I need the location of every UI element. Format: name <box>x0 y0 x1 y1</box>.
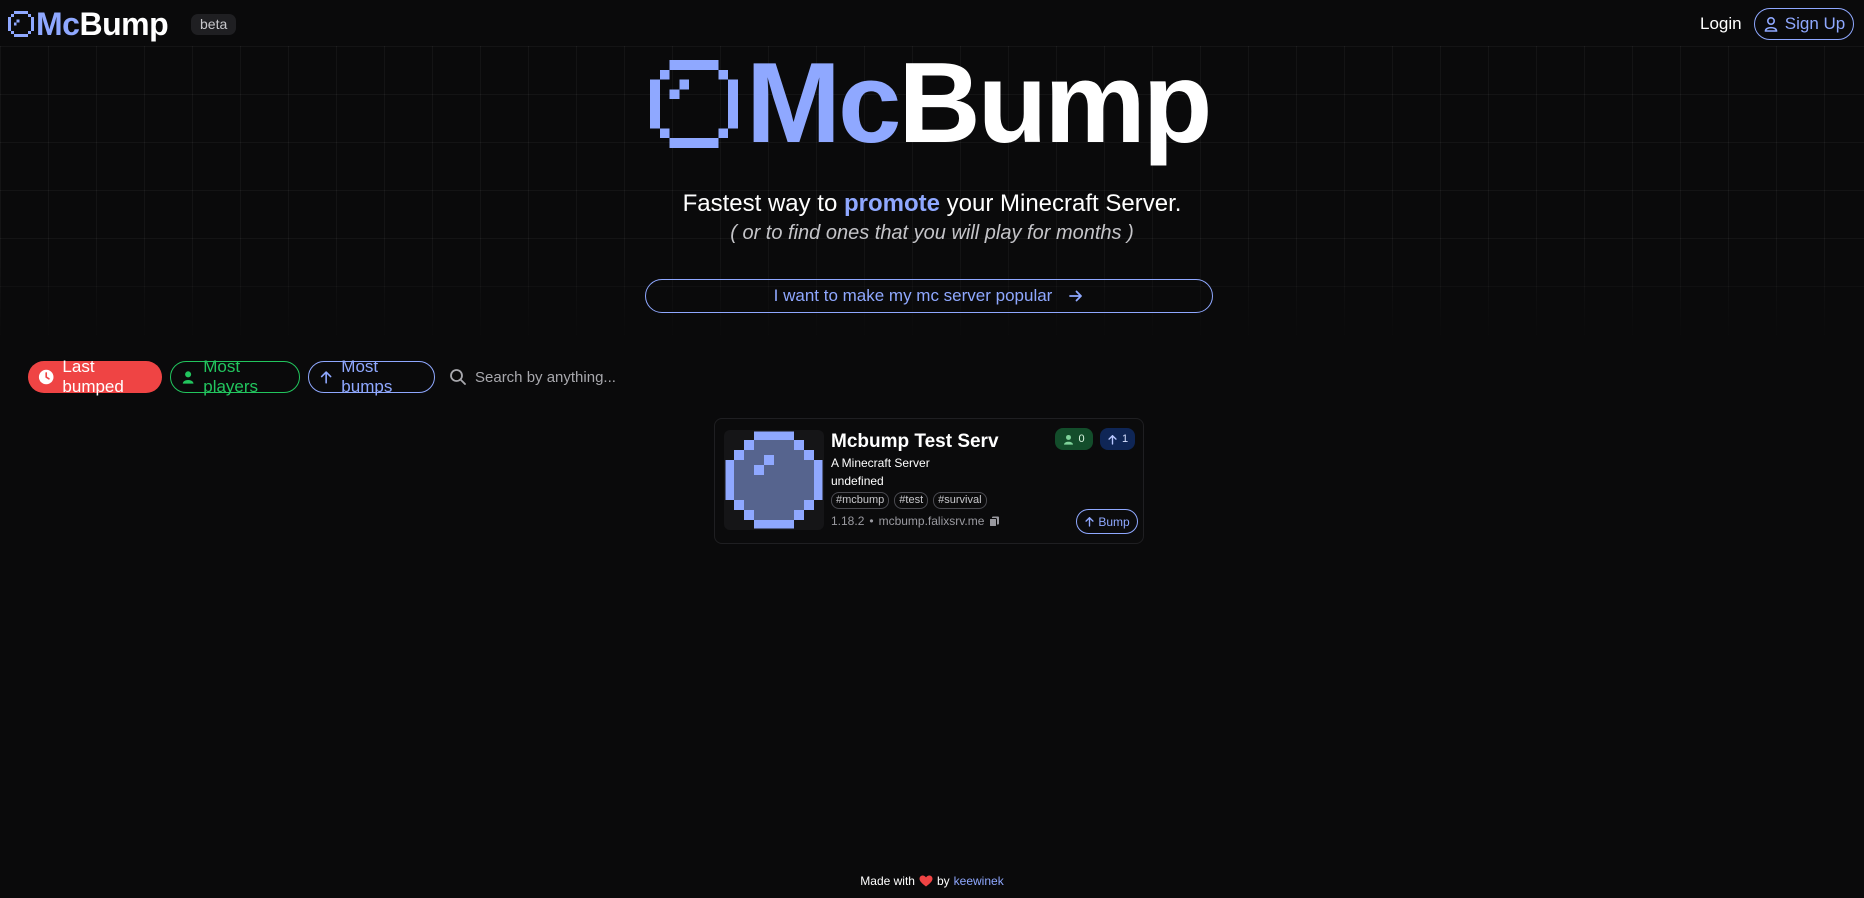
filter-last-bumped[interactable]: Last bumped <box>28 357 162 396</box>
arrow-up-icon <box>1085 517 1094 527</box>
hero-tagline: Fastest way to promote your Minecraft Se… <box>0 190 1864 218</box>
server-address: mcbump.falixsrv.me <box>878 514 985 528</box>
brand-bump: Bump <box>79 6 169 42</box>
arrow-right-icon <box>1069 290 1083 302</box>
tagline-prefix: Fastest way to <box>682 190 844 217</box>
footer: Made with by keewinek <box>0 874 1864 888</box>
server-extra: undefined <box>831 474 884 488</box>
clock-icon <box>38 369 54 385</box>
tag-survival[interactable]: #survival <box>933 492 987 509</box>
search-box <box>449 364 709 390</box>
server-logo-icon <box>725 431 823 529</box>
player-count: 0 <box>1078 433 1085 445</box>
footer-made-with: Made with <box>860 874 915 888</box>
server-description: A Minecraft Server <box>831 456 930 470</box>
copy-icon <box>989 516 1000 527</box>
author-link[interactable]: keewinek <box>954 874 1004 888</box>
bump-count: 1 <box>1121 433 1129 445</box>
bump-button-label: Bump <box>1098 514 1130 529</box>
hero-title: McBump <box>746 47 1212 161</box>
filter-most-players-label: Most players <box>203 357 259 396</box>
brand-mc: Mc <box>36 6 80 42</box>
copy-address-button[interactable] <box>989 516 1000 527</box>
brand-logo-link[interactable]: McBump <box>8 6 169 42</box>
server-version: 1.18.2 <box>831 514 865 528</box>
logo-icon <box>8 11 34 37</box>
user-icon <box>182 371 194 384</box>
server-meta: 1.18.2 • mcbump.falixsrv.me <box>831 514 1000 528</box>
tag-test[interactable]: #test <box>894 492 929 509</box>
hero-title-mc: Mc <box>746 40 901 167</box>
hero-title-bump: Bump <box>898 40 1212 167</box>
meta-separator: • <box>869 514 874 528</box>
player-count-badge: 0 <box>1055 428 1093 450</box>
user-icon <box>1764 16 1778 32</box>
hero-logo: McBump <box>650 47 1212 161</box>
search-icon <box>450 369 466 385</box>
footer-by: by <box>936 874 950 888</box>
user-icon <box>1064 434 1074 445</box>
server-card[interactable]: Mcbump Test Serv A Minecraft Server unde… <box>714 418 1144 544</box>
beta-badge: beta <box>191 14 237 35</box>
filter-most-bumps-label: Most bumps <box>341 357 393 396</box>
hero-subtagline: ( or to find ones that you will play for… <box>730 222 1134 244</box>
filter-most-players[interactable]: Most players <box>170 357 300 396</box>
arrow-up-icon <box>320 371 332 384</box>
signup-button[interactable]: Sign Up <box>1754 8 1854 40</box>
tagline-suffix: your Minecraft Server. <box>939 190 1182 217</box>
filter-last-bumped-label: Last bumped <box>62 357 124 396</box>
arrow-up-icon <box>1108 434 1117 445</box>
login-link[interactable]: Login <box>1700 13 1742 35</box>
logo-icon <box>650 60 738 148</box>
tagline-highlight: promote <box>843 190 940 217</box>
filter-most-bumps[interactable]: Most bumps <box>308 357 435 396</box>
signup-label: Sign Up <box>1784 14 1846 33</box>
server-name[interactable]: Mcbump Test Serv <box>831 431 999 453</box>
promote-server-button[interactable]: I want to make my mc server popular <box>645 279 1213 313</box>
search-input[interactable] <box>475 368 695 386</box>
bump-button[interactable]: Bump <box>1076 509 1138 534</box>
bump-count-badge: 1 <box>1100 428 1135 450</box>
server-icon <box>724 430 824 530</box>
cta-label: I want to make my mc server popular <box>773 286 1053 305</box>
tag-mcbump[interactable]: #mcbump <box>831 492 890 509</box>
heart-icon <box>919 875 933 887</box>
server-tags: #mcbump #test #survival <box>831 492 987 509</box>
brand-name: McBump <box>36 6 169 42</box>
